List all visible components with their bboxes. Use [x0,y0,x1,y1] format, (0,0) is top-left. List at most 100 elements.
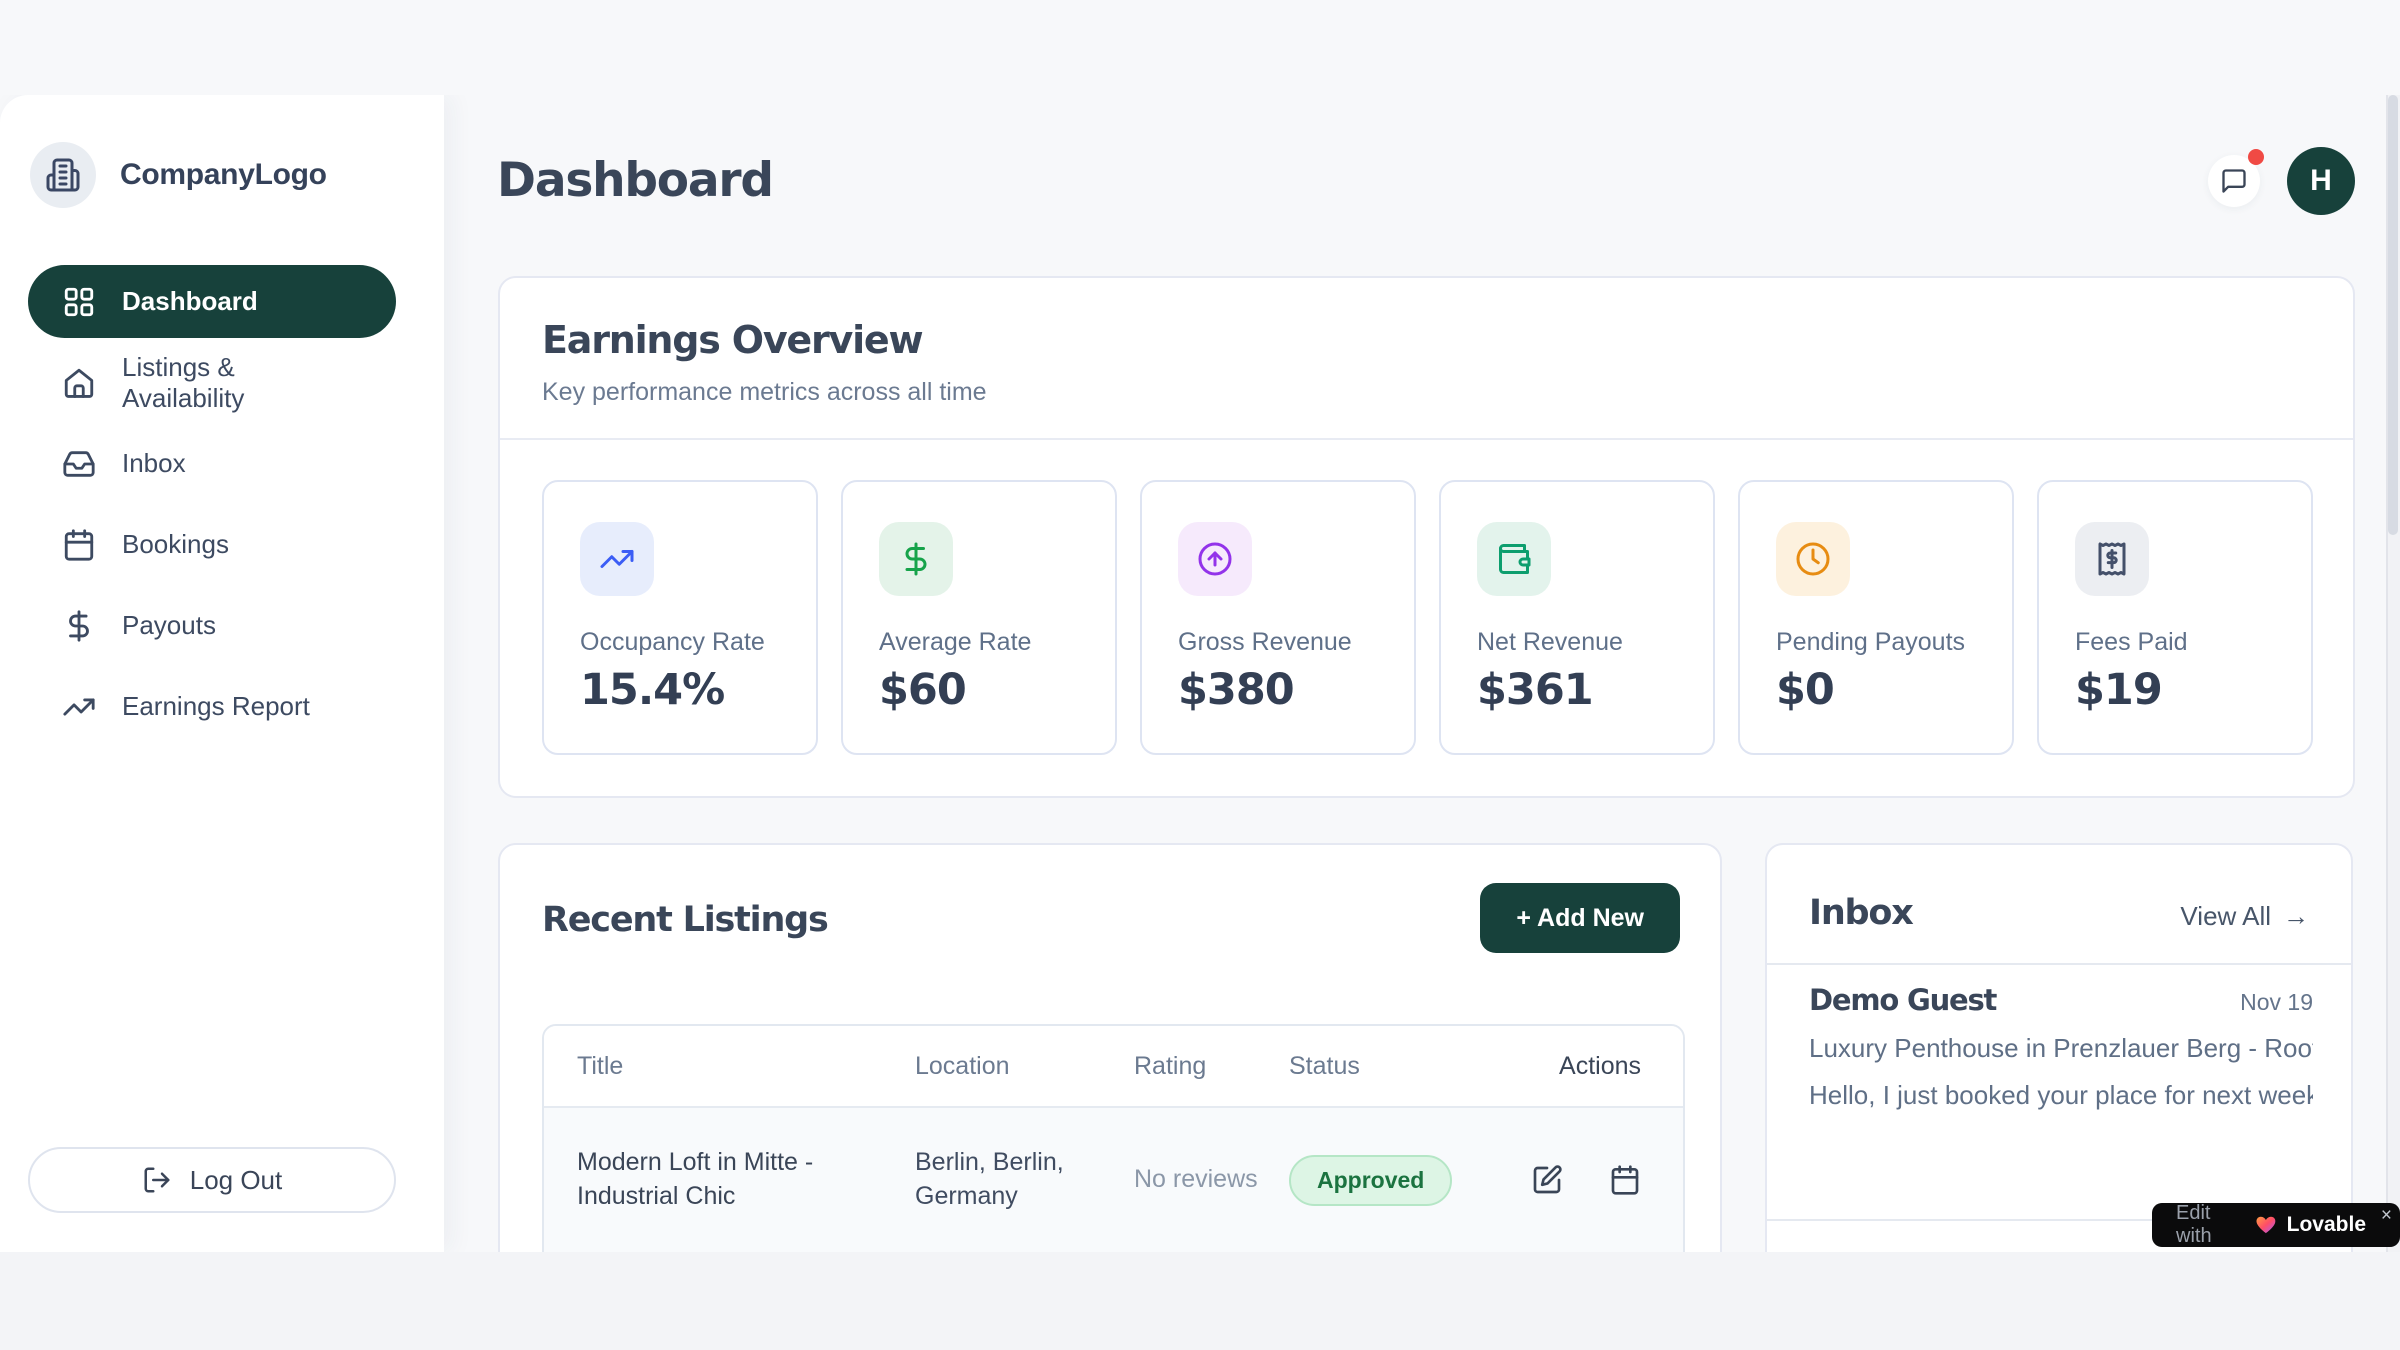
logo: CompanyLogo [30,142,327,208]
earnings-subtitle: Key performance metrics across all time [542,378,987,407]
sidebar: CompanyLogo Dashboard Listings & Availab… [0,95,444,1252]
listing-actions [1511,1164,1683,1196]
message-date: Nov 19 [2240,989,2313,1016]
sidebar-item-label: Bookings [122,529,229,560]
metric-pending-payouts: Pending Payouts $0 [1738,480,2014,755]
sidebar-item-label: Payouts [122,610,216,641]
edit-with-lovable-badge[interactable]: Edit with Lovable × [2152,1203,2400,1247]
column-rating: Rating [1134,1052,1289,1081]
view-all-label: View All [2180,901,2271,932]
listing-rating: No reviews [1134,1163,1289,1197]
lovable-heart-icon [2255,1213,2277,1237]
badge-close-icon[interactable]: × [2381,1205,2392,1227]
recent-listings-title: Recent Listings [542,900,828,940]
badge-prefix: Edit with [2176,1202,2245,1248]
sidebar-item-dashboard[interactable]: Dashboard [28,265,396,338]
scrollbar[interactable] [2386,95,2400,1252]
metric-value: $60 [879,665,1079,715]
message-preview: Hello, I just booked your place for next… [1809,1080,2313,1111]
logout-label: Log Out [190,1165,283,1196]
metric-gross-revenue: Gross Revenue $380 [1140,480,1416,755]
metric-label: Occupancy Rate [580,628,780,657]
column-actions: Actions [1511,1052,1683,1081]
inbox-card: Inbox View All → Demo Guest Nov 19 Luxur… [1765,843,2353,1252]
app-viewport: CompanyLogo Dashboard Listings & Availab… [0,95,2400,1252]
receipt-icon [2075,522,2149,596]
dashboard-page: CompanyLogo Dashboard Listings & Availab… [0,0,2400,1350]
metric-value: $0 [1776,665,1976,715]
message-subject: Luxury Penthouse in Prenzlauer Berg - Ro… [1809,1033,2313,1064]
inbox-title: Inbox [1809,893,1913,933]
metric-label: Pending Payouts [1776,628,1976,657]
table-row: Modern Loft in Mitte - Industrial Chic B… [544,1106,1683,1252]
divider [500,438,2353,440]
circle-arrow-up-icon [1178,522,1252,596]
metric-label: Average Rate [879,628,1079,657]
company-logo-icon [30,142,96,208]
sidebar-item-listings[interactable]: Listings & Availability [28,346,396,419]
trending-up-icon [580,522,654,596]
home-icon [62,366,96,400]
add-new-button[interactable]: + Add New [1480,883,1680,953]
metric-value: $361 [1477,665,1677,715]
logout-icon [142,1165,172,1195]
logout-button[interactable]: Log Out [28,1147,396,1213]
metric-label: Net Revenue [1477,628,1677,657]
inbox-message[interactable]: Demo Guest Nov 19 Luxury Penthouse in Pr… [1809,983,2313,1111]
clock-icon [1776,522,1850,596]
metric-value: 15.4% [580,665,780,715]
metric-label: Fees Paid [2075,628,2275,657]
chat-bubble-icon [2220,167,2248,195]
recent-listings-card: Recent Listings + Add New Title Location… [498,843,1722,1252]
earnings-overview-card: Earnings Overview Key performance metric… [498,276,2355,798]
listings-table: Title Location Rating Status Actions Mod… [542,1024,1685,1252]
wallet-icon [1477,522,1551,596]
metrics-row: Occupancy Rate 15.4% Average Rate $60 Gr… [542,480,2315,755]
column-location: Location [915,1052,1134,1081]
sidebar-item-inbox[interactable]: Inbox [28,427,396,500]
badge-brand: Lovable [2287,1213,2366,1237]
table-header: Title Location Rating Status Actions [544,1026,1683,1106]
metric-average-rate: Average Rate $60 [841,480,1117,755]
listing-status: Approved [1289,1155,1511,1206]
avatar[interactable]: H [2287,147,2355,215]
sidebar-item-label: Inbox [122,448,186,479]
earnings-title: Earnings Overview [542,318,922,362]
calendar-icon[interactable] [1609,1164,1641,1196]
sidebar-item-label: Dashboard [122,286,258,317]
dollar-icon [62,609,96,643]
message-sender: Demo Guest [1809,983,1996,1017]
metric-net-revenue: Net Revenue $361 [1439,480,1715,755]
metric-fees-paid: Fees Paid $19 [2037,480,2313,755]
trending-up-icon [62,690,96,724]
page-title: Dashboard [497,153,773,208]
sidebar-item-payouts[interactable]: Payouts [28,589,396,662]
metric-label: Gross Revenue [1178,628,1378,657]
page-bottom-strip [0,1252,2400,1350]
column-status: Status [1289,1052,1511,1081]
listing-title: Modern Loft in Mitte - Industrial Chic [544,1146,915,1214]
divider [1767,963,2351,965]
metric-value: $19 [2075,665,2275,715]
sidebar-item-label: Earnings Report [122,691,310,722]
sidebar-nav: Dashboard Listings & Availability Inbox … [28,265,396,743]
logo-text: CompanyLogo [120,158,327,192]
dashboard-grid-icon [62,285,96,319]
view-all-link[interactable]: View All → [2180,901,2309,932]
arrow-right-icon: → [2283,901,2309,932]
status-badge: Approved [1289,1155,1452,1206]
metric-occupancy-rate: Occupancy Rate 15.4% [542,480,818,755]
avatar-initial: H [2310,164,2332,198]
sidebar-item-bookings[interactable]: Bookings [28,508,396,581]
calendar-icon [62,528,96,562]
inbox-icon [62,447,96,481]
edit-icon[interactable] [1531,1164,1563,1196]
notification-dot [2248,149,2264,165]
sidebar-item-earnings-report[interactable]: Earnings Report [28,670,396,743]
metric-value: $380 [1178,665,1378,715]
sidebar-item-label: Listings & Availability [122,352,362,414]
scrollbar-thumb[interactable] [2388,95,2398,535]
listing-location: Berlin, Berlin, Germany [915,1146,1134,1214]
dollar-icon [879,522,953,596]
column-title: Title [544,1052,915,1081]
